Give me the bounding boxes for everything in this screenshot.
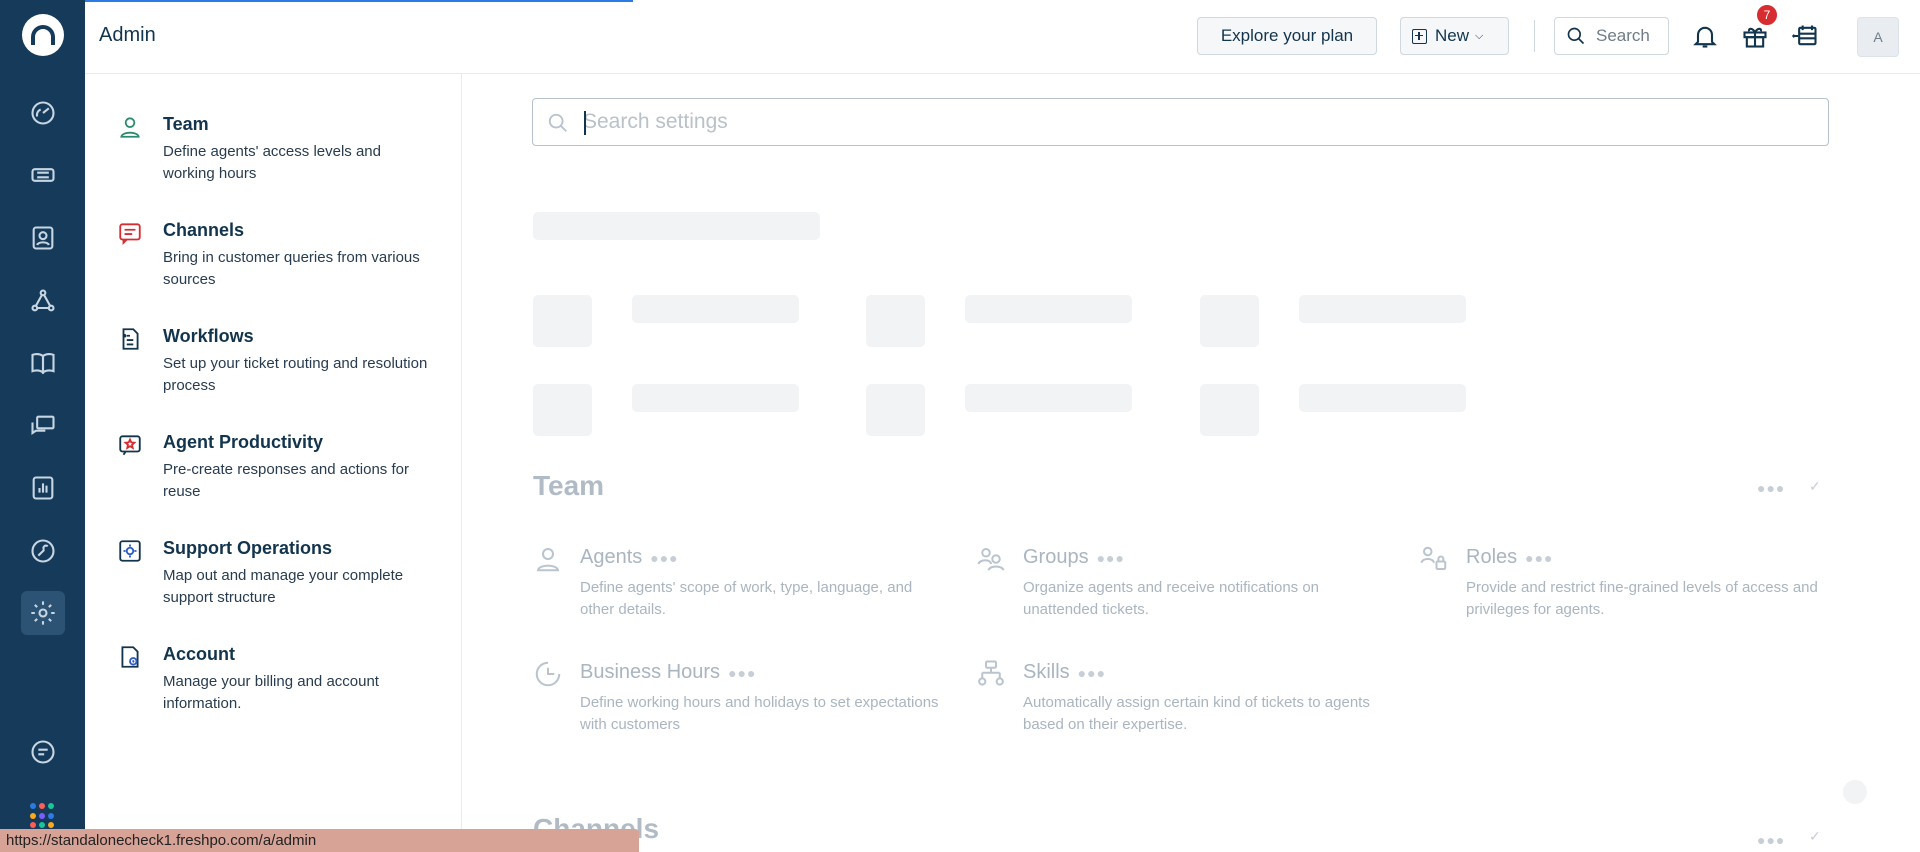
skeleton-icon <box>533 295 592 347</box>
team-section-title: Team <box>533 470 605 501</box>
more-dots-icon: ●●● <box>1525 550 1554 566</box>
dashboard-icon[interactable] <box>21 91 65 135</box>
avatar[interactable]: A <box>1857 17 1899 57</box>
search-settings-field[interactable] <box>532 98 1829 146</box>
bell-icon[interactable] <box>1687 18 1723 54</box>
skeleton-line <box>632 295 799 323</box>
skeleton-icon <box>1200 384 1259 436</box>
workflows-icon <box>117 326 143 352</box>
chevron-down-icon[interactable]: ✓ <box>1809 828 1822 845</box>
tools-icon[interactable] <box>21 529 65 573</box>
tickets-icon[interactable] <box>21 153 65 197</box>
search-icon <box>548 113 567 132</box>
more-dots-icon: ●●● <box>650 550 679 566</box>
gift-count-badge: 7 <box>1755 3 1779 27</box>
card-title: Roles <box>1466 546 1518 568</box>
account-icon <box>117 644 143 670</box>
nav-item-desc: Define agents' access levels and working… <box>163 143 381 182</box>
nav-item-desc: Pre-create responses and actions for reu… <box>163 461 409 500</box>
page-title: Admin <box>99 24 156 46</box>
business-hours-icon <box>533 659 563 689</box>
forums-icon[interactable] <box>21 404 65 448</box>
skeleton-title <box>533 212 820 240</box>
text-caret <box>584 111 586 135</box>
loading-progress-bar <box>85 0 633 2</box>
nav-item-title: Team <box>163 114 209 134</box>
groups-icon[interactable] <box>21 279 65 323</box>
card-desc: Automatically assign certain kind of tic… <box>1023 694 1370 733</box>
header-divider <box>1534 20 1535 52</box>
section-more-icon[interactable]: ●●● <box>1757 480 1785 496</box>
apps-grid-icon[interactable] <box>30 803 56 829</box>
floating-help-bubble[interactable] <box>1843 780 1867 804</box>
card-title: Agents <box>580 546 643 568</box>
calendar-switch-icon[interactable] <box>1787 18 1823 54</box>
team-icon <box>117 114 143 140</box>
search-label: Search <box>1596 26 1650 45</box>
card-title: Skills <box>1023 661 1070 683</box>
admin-main-content: Team ●●● ✓ Agents ●●● Define agents' scop… <box>462 74 1920 852</box>
nav-item-title: Account <box>163 644 235 664</box>
new-button-label: New <box>1435 26 1470 45</box>
reports-icon[interactable] <box>21 466 65 510</box>
card-desc: Organize agents and receive notification… <box>1023 579 1320 618</box>
nav-item-title: Channels <box>163 220 245 240</box>
explore-plan-button[interactable]: Explore your plan <box>1197 17 1377 55</box>
nav-item-desc: Manage your billing and account informat… <box>163 673 379 712</box>
app-root: Admin Explore your plan New ⌵ Search 7 A <box>0 0 1920 852</box>
more-dots-icon: ●●● <box>1077 665 1107 681</box>
admin-settings-nav: Team Define agents' access levels and wo… <box>85 74 462 852</box>
nav-item-desc: Bring in customer queries from various s… <box>163 249 420 288</box>
nav-item-title: Agent Productivity <box>163 432 324 452</box>
search-settings-input[interactable] <box>583 110 1828 134</box>
card-desc: Define working hours and holidays to set… <box>580 694 939 733</box>
groups-icon <box>976 544 1006 574</box>
new-button[interactable]: New ⌵ <box>1400 17 1509 55</box>
skeleton-icon <box>866 384 925 436</box>
skeleton-icon <box>1200 295 1259 347</box>
chevron-down-icon: ⌵ <box>1475 29 1484 42</box>
plus-square-icon <box>1412 28 1427 44</box>
skeleton-line <box>1299 295 1466 323</box>
channels-icon <box>117 220 143 246</box>
global-sidebar <box>0 0 85 852</box>
skeleton-line <box>965 384 1132 412</box>
solutions-icon[interactable] <box>21 341 65 385</box>
support-operations-icon <box>117 538 143 564</box>
freshdesk-logo[interactable] <box>22 14 64 56</box>
nav-item-title: Support Operations <box>163 538 333 558</box>
card-title: Business Hours <box>580 661 721 683</box>
admin-gear-icon[interactable] <box>21 591 65 635</box>
skeleton-line <box>1299 384 1466 412</box>
card-title: Groups <box>1023 546 1089 568</box>
skeleton-line <box>965 295 1132 323</box>
card-desc: Provide and restrict fine-grained levels… <box>1466 579 1818 618</box>
nav-item-desc: Map out and manage your complete support… <box>163 567 404 606</box>
skeleton-icon <box>533 384 592 436</box>
more-dots-icon: ●●● <box>1096 550 1125 566</box>
contacts-icon[interactable] <box>21 216 65 260</box>
skeleton-icon <box>866 295 925 347</box>
agent-productivity-icon <box>117 432 143 458</box>
global-search-button[interactable]: Search <box>1554 17 1669 55</box>
top-header: Admin Explore your plan New ⌵ Search 7 A <box>85 0 1920 74</box>
more-dots-icon: ●●● <box>728 665 757 681</box>
skeleton-line <box>632 384 799 412</box>
skills-icon <box>976 659 1006 689</box>
section-more-icon[interactable]: ●●● <box>1757 832 1785 848</box>
browser-status-url: https://standalonecheck1.freshpo.com/a/a… <box>0 829 639 852</box>
agent-icon <box>533 544 563 574</box>
card-desc: Define agents' scope of work, type, lang… <box>580 579 913 618</box>
search-icon <box>1567 27 1585 45</box>
nav-item-desc: Set up your ticket routing and resolutio… <box>163 355 428 394</box>
chat-icon[interactable] <box>21 730 65 774</box>
roles-icon <box>1419 544 1449 574</box>
nav-item-title: Workflows <box>163 326 254 346</box>
chevron-down-icon[interactable]: ✓ <box>1809 478 1822 495</box>
